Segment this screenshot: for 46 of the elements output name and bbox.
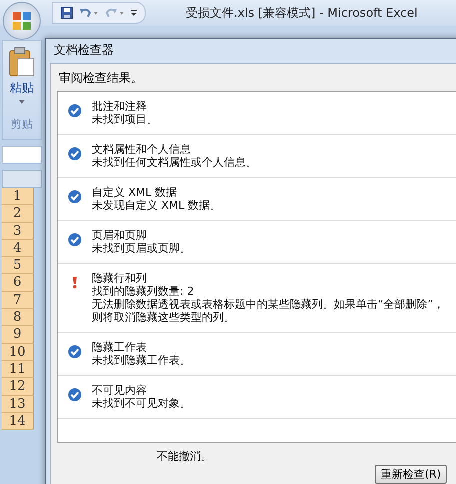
clipboard-icon[interactable] <box>9 47 35 77</box>
row-header[interactable]: 11 <box>2 360 34 378</box>
result-title: 文档属性和个人信息 <box>92 143 192 156</box>
reinspect-button[interactable]: 重新检查(R) <box>375 465 448 484</box>
dialog-title: 文档检查器 <box>53 42 115 59</box>
row-header[interactable]: 2 <box>2 205 34 223</box>
group-label: 剪贴 <box>11 117 33 132</box>
result-detail: 未找到项目。 <box>92 113 159 126</box>
row-header[interactable]: 10 <box>2 344 34 361</box>
caret-icon[interactable] <box>19 100 25 104</box>
result-detail: 未发现自定义 XML 数据。 <box>92 199 222 212</box>
result-title: 不可见内容 <box>92 384 148 397</box>
save-icon[interactable] <box>61 7 73 19</box>
result-title: 批注和注释 <box>92 100 148 113</box>
result-detail: 找到的隐藏列数量: 2 <box>92 285 196 298</box>
customize-icon[interactable] <box>131 9 137 17</box>
window-title: 受损文件.xls [兼容模式] - Microsoft Excel <box>186 4 418 22</box>
row-header[interactable]: 12 <box>2 378 34 396</box>
row-header[interactable]: 8 <box>2 309 34 326</box>
result-detail: 无法删除数据透视表或表格标题中的某些隐藏列。如果单击“全部删除”，则将取消隐藏这些类型的列。 <box>92 298 446 324</box>
results-heading: 审阅检查结果。 <box>58 70 144 87</box>
row-header[interactable]: 6 <box>2 274 34 292</box>
row-header[interactable]: 4 <box>2 240 34 258</box>
row-header[interactable]: 3 <box>2 222 34 240</box>
redo-icon[interactable] <box>105 7 125 19</box>
result-detail: 未找到任何文档属性或个人信息。 <box>92 156 258 169</box>
paste-button[interactable]: 粘贴 <box>10 80 34 97</box>
row-header[interactable]: 5 <box>2 257 34 274</box>
row-header[interactable]: 9 <box>2 326 34 344</box>
office-button[interactable] <box>3 2 41 40</box>
select-all-corner[interactable] <box>2 170 42 188</box>
footer-note: 不能撤消。 <box>157 449 212 464</box>
result-detail: 未找到页眉或页脚。 <box>92 242 192 255</box>
result-title: 页眉和页脚 <box>92 229 148 242</box>
row-header[interactable]: 13 <box>2 396 34 413</box>
row-header[interactable]: 14 <box>2 412 34 430</box>
undo-icon[interactable] <box>79 7 99 19</box>
result-title: 隐藏工作表 <box>92 341 148 354</box>
result-title: 隐藏行和列 <box>92 272 148 285</box>
logo <box>11 10 33 32</box>
result-detail: 未找到不可见对象。 <box>92 397 192 410</box>
result-detail: 未找到隐藏工作表。 <box>92 354 192 367</box>
row-header[interactable]: 1 <box>2 188 34 206</box>
row-header[interactable]: 7 <box>2 292 34 310</box>
result-title: 自定义 XML 数据 <box>92 186 178 199</box>
name-box[interactable] <box>2 146 42 164</box>
